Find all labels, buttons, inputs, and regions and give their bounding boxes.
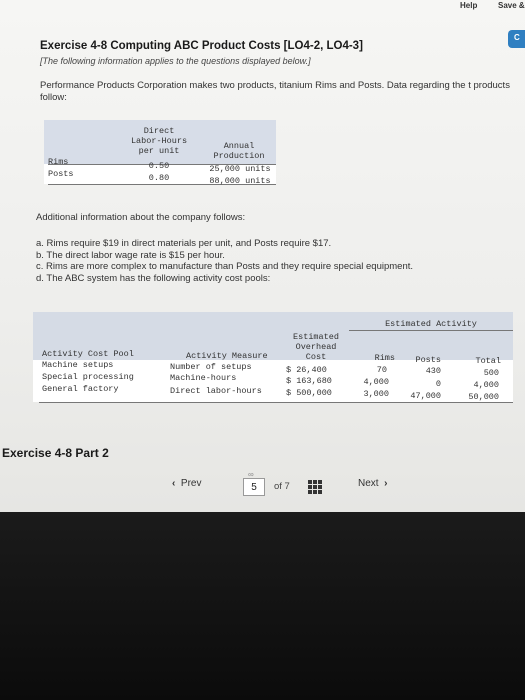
list-item: a. Rims require $19 in direct materials …: [36, 238, 332, 249]
cost-special-processing: $ 163,680: [286, 376, 332, 386]
next-button[interactable]: Next ›: [358, 478, 387, 496]
part-heading: Exercise 4-8 Part 2: [2, 446, 109, 460]
pool-general-factory: General factory: [42, 384, 119, 394]
list-item: b. The direct labor wage rate is $15 per…: [36, 249, 225, 261]
cost-general-factory: $ 500,000: [286, 388, 332, 398]
prev-label: Prev: [180, 478, 202, 489]
col-header-posts: Posts: [415, 355, 441, 365]
page-number-box[interactable]: 5: [243, 478, 265, 496]
posts-general-factory: 47,000: [410, 391, 441, 401]
col-header-ap-1: Annual: [223, 141, 255, 151]
grid-menu-icon[interactable]: [308, 480, 322, 494]
col-header-rims: Rims: [374, 353, 395, 363]
col-header-overhead-2: Overhead: [295, 342, 337, 352]
row-label-posts: Posts: [48, 169, 74, 179]
col-header-measure: Activity Measure: [186, 351, 268, 361]
total-special-processing: 4,000: [473, 380, 499, 390]
exercise-intro: Performance Products Corporation makes t…: [40, 80, 510, 103]
activity-cost-pools-table: Estimated Activity Estimated Overhead Co…: [33, 312, 513, 403]
rims-general-factory: 3,000: [363, 389, 389, 399]
next-label: Next: [358, 478, 379, 489]
cost-machine-setups: $ 26,400: [286, 365, 327, 375]
dark-background-area: [0, 512, 525, 700]
col-header-estimated-activity: Estimated Activity: [385, 319, 477, 329]
exercise-note: [The following information applies to th…: [40, 56, 311, 66]
check-work-button[interactable]: C: [508, 30, 525, 48]
col-header-overhead-1: Estimated: [293, 332, 339, 342]
col-header-overhead-3: Cost: [305, 352, 327, 362]
posts-machine-setups: 430: [425, 366, 441, 376]
measure-direct-labor-hours: Direct labor-hours: [170, 386, 262, 396]
col-header-total: Total: [475, 356, 501, 366]
measure-machine-hours: Machine-hours: [170, 373, 237, 383]
pool-special-processing: Special processing: [42, 372, 134, 382]
rims-machine-setups: 70: [376, 365, 387, 375]
rims-dlh: 0.50: [148, 161, 170, 171]
pool-machine-setups: Machine setups: [42, 360, 114, 370]
exercise-screen: Help Save & C Exercise 4-8 Computing ABC…: [0, 0, 525, 512]
col-header-dlh-3: per unit: [138, 146, 180, 156]
chevron-right-icon: ›: [384, 478, 388, 489]
prev-button[interactable]: ‹ Prev: [172, 478, 201, 496]
page-total: of 7: [274, 481, 290, 492]
col-header-dlh-2: Labor-Hours: [130, 136, 188, 146]
posts-special-processing: 0: [435, 379, 441, 389]
col-header-dlh-1: Direct: [143, 126, 175, 136]
additional-info-heading: Additional information about the company…: [36, 212, 246, 223]
posts-dlh: 0.80: [148, 173, 170, 183]
help-link[interactable]: Help: [460, 1, 477, 10]
save-exit-link[interactable]: Save &: [498, 1, 525, 10]
posts-production: 88,000 units: [209, 176, 271, 186]
estimated-activity-rule: [349, 330, 513, 331]
rims-production: 25,000 units: [209, 164, 271, 174]
additional-info-list: a. Rims require $19 in direct materials …: [36, 238, 413, 284]
total-general-factory: 50,000: [468, 392, 499, 402]
measure-setups: Number of setups: [170, 362, 252, 372]
list-item: d. The ABC system has the following acti…: [36, 272, 271, 284]
product-data-table: Direct Labor-Hours per unit Annual Produ…: [44, 120, 276, 186]
top-bar: Help Save &: [0, 0, 525, 14]
exercise-title: Exercise 4-8 Computing ABC Product Costs…: [40, 40, 363, 52]
row-label-rims: Rims: [48, 157, 69, 167]
total-machine-setups: 500: [483, 368, 499, 378]
table-bottom-rule: [39, 402, 513, 403]
col-header-pool: Activity Cost Pool: [42, 349, 134, 359]
rims-special-processing: 4,000: [363, 377, 389, 387]
list-item: c. Rims are more complex to manufacture …: [36, 261, 414, 272]
col-header-ap-2: Production: [213, 151, 265, 161]
chevron-left-icon: ‹: [172, 478, 176, 489]
